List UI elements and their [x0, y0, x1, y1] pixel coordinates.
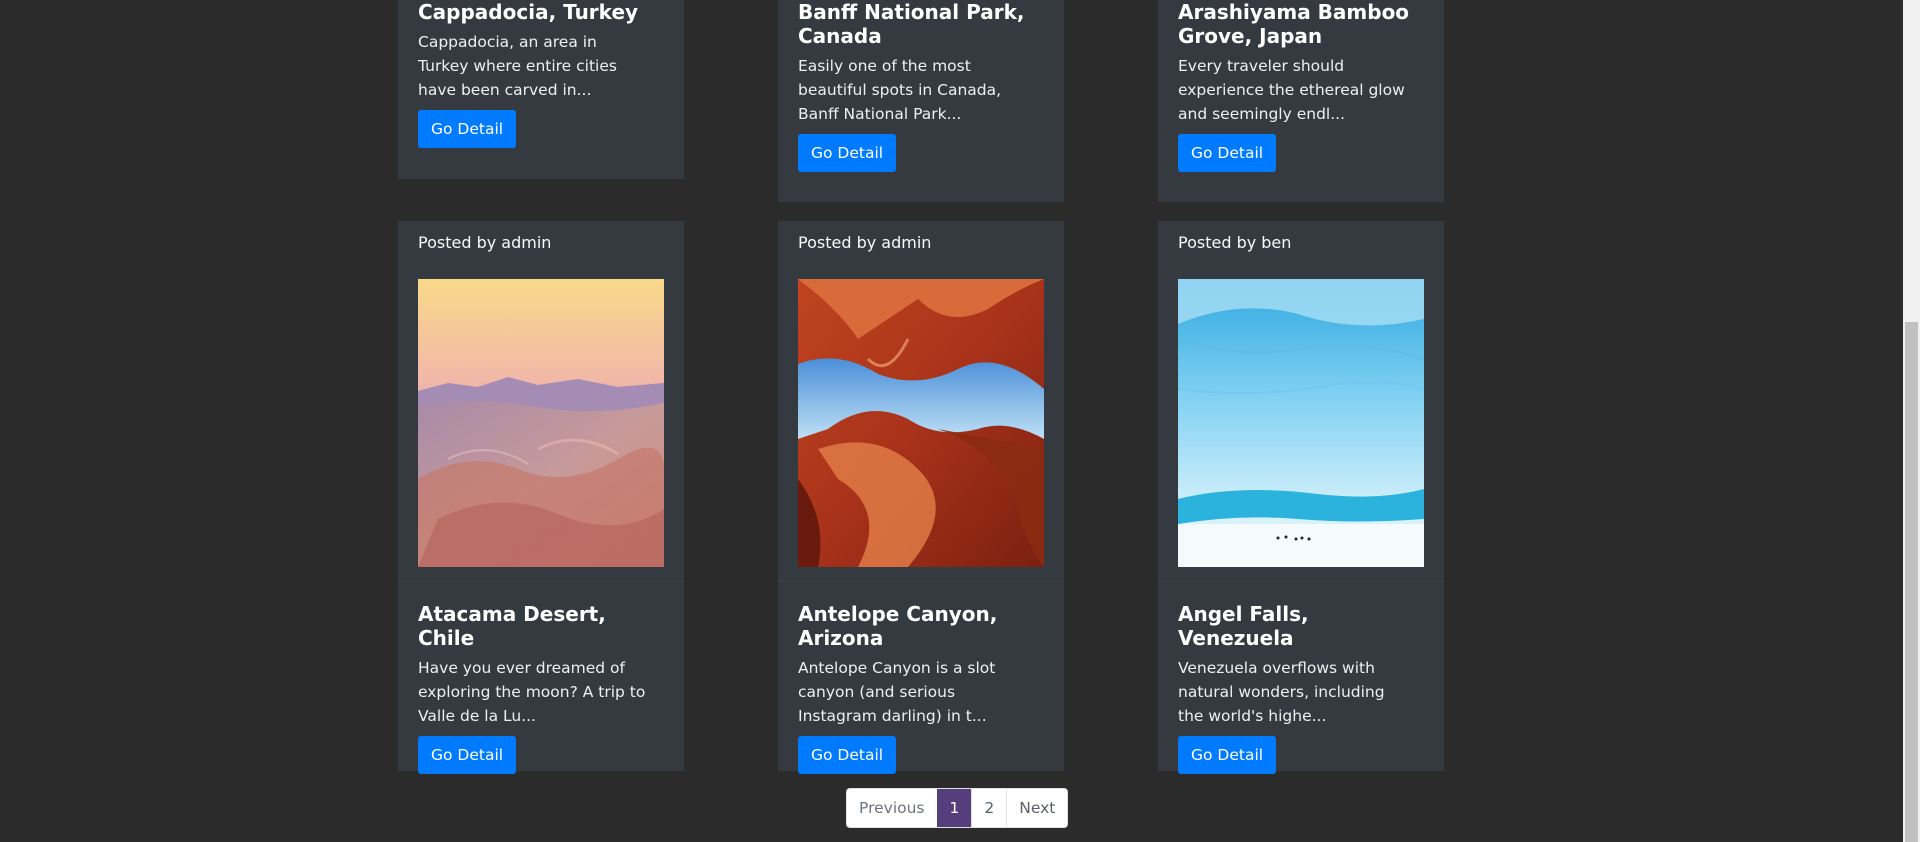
- post-card-antelope: Posted by admin Antelope Canyon, Arizona…: [778, 221, 1064, 774]
- slot-canyon-image[interactable]: [798, 279, 1044, 567]
- post-card-arashiyama: Arashiyama Bamboo Grove, Japan Every tra…: [1158, 0, 1444, 202]
- page-2-button[interactable]: 2: [971, 789, 1007, 827]
- go-detail-button[interactable]: Go Detail: [798, 134, 897, 172]
- card-title: Angel Falls, Venezuela: [1178, 602, 1309, 650]
- go-detail-button[interactable]: Go Detail: [1178, 736, 1277, 774]
- next-page-button[interactable]: Next: [1006, 789, 1068, 827]
- go-detail-button[interactable]: Go Detail: [418, 110, 517, 148]
- card-title: Cappadocia, Turkey: [418, 0, 639, 24]
- vertical-scrollbar[interactable]: [1903, 0, 1920, 842]
- card-title: Antelope Canyon, Arizona: [798, 602, 998, 650]
- post-card-atacama: Posted by admin Atacama Desert, Chile Ha…: [398, 221, 684, 774]
- glacier-image[interactable]: [1178, 279, 1424, 567]
- posted-by-label: Posted by admin: [418, 233, 552, 252]
- previous-page-button[interactable]: Previous: [847, 789, 937, 827]
- post-card-cappadocia: Cappadocia, Turkey Cappadocia, an area i…: [398, 0, 684, 179]
- scrollbar-thumb[interactable]: [1905, 322, 1918, 842]
- go-detail-button[interactable]: Go Detail: [418, 736, 517, 774]
- card-text: Cappadocia, an area in Turkey where enti…: [418, 33, 617, 99]
- desert-landscape-image[interactable]: [418, 279, 664, 567]
- card-divider: [1158, 581, 1444, 582]
- card-divider: [398, 581, 684, 582]
- card-text: Have you ever dreamed of exploring the m…: [418, 659, 646, 725]
- pagination: Previous 1 2 Next: [846, 788, 1069, 828]
- card-title: Banff National Park, Canada: [798, 0, 1025, 48]
- post-card-banff: Banff National Park, Canada Easily one o…: [778, 0, 1064, 202]
- page-viewport: Cappadocia, Turkey Cappadocia, an area i…: [0, 0, 1920, 842]
- card-text: Venezuela overflows with natural wonders…: [1178, 659, 1385, 725]
- card-text: Easily one of the most beautiful spots i…: [798, 57, 1002, 123]
- posted-by-label: Posted by ben: [1178, 233, 1292, 252]
- posted-by-label: Posted by admin: [798, 233, 932, 252]
- card-text: Every traveler should experience the eth…: [1178, 57, 1405, 123]
- card-divider: [778, 581, 1064, 582]
- card-title: Arashiyama Bamboo Grove, Japan: [1178, 0, 1410, 48]
- go-detail-button[interactable]: Go Detail: [798, 736, 897, 774]
- go-detail-button[interactable]: Go Detail: [1178, 134, 1277, 172]
- card-text: Antelope Canyon is a slot canyon (and se…: [798, 659, 996, 725]
- post-card-angel-falls: Posted by ben Angel Falls, Venezuela Ven…: [1158, 221, 1444, 774]
- page-1-button[interactable]: 1: [936, 789, 972, 827]
- card-title: Atacama Desert, Chile: [418, 602, 606, 650]
